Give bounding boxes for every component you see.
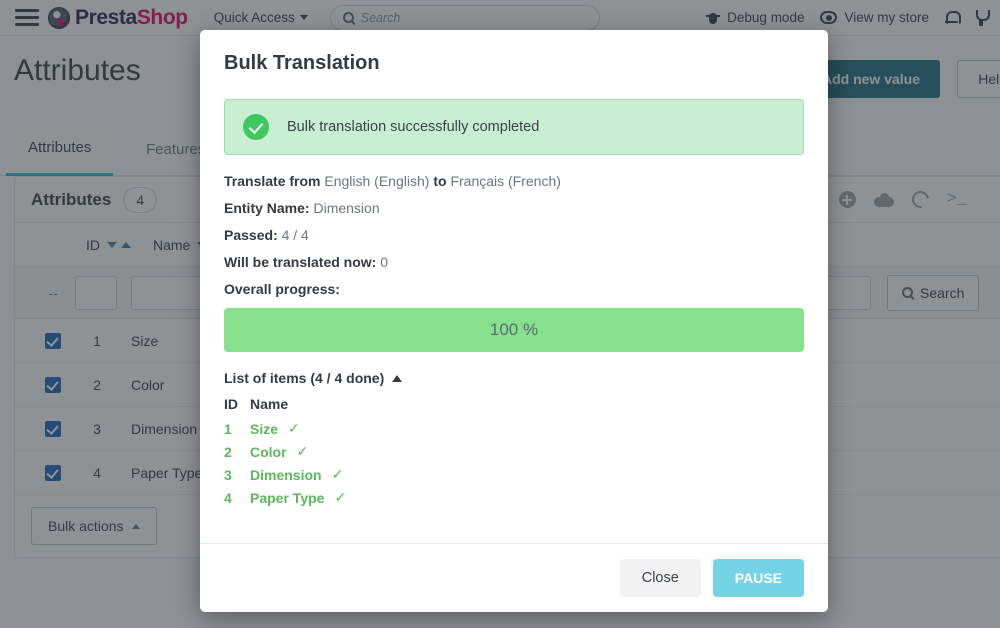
list-item: 2 Color ✓ [224, 440, 804, 463]
progress-percent-label: 100 % [489, 320, 539, 339]
item-name: Paper Type [250, 489, 325, 506]
item-status-check-icon: ✓ [288, 420, 300, 436]
close-button[interactable]: Close [619, 559, 701, 597]
bulk-translation-modal: Bulk Translation Bulk translation succes… [200, 30, 828, 612]
list-of-items-label: List of items (4 / 4 done) [224, 370, 385, 386]
passed-line: Passed: 4 / 4 [224, 227, 804, 243]
overall-progress-label: Overall progress: [224, 281, 340, 297]
target-language-value: Français (French) [450, 173, 561, 189]
list-item: 1 Size ✓ [224, 417, 804, 440]
item-id: 4 [224, 489, 232, 506]
passed-label: Passed: [224, 227, 278, 243]
item-status-check-icon: ✓ [331, 466, 344, 482]
items-column-name: Name [250, 396, 289, 412]
modal-footer: Close PAUSE [200, 543, 828, 612]
entity-name-line: Entity Name: Dimension [224, 200, 804, 216]
item-status-check-icon: ✓ [296, 443, 309, 459]
overall-progress-line: Overall progress: [224, 281, 804, 297]
items-column-id: ID [224, 396, 238, 412]
will-be-translated-value: 0 [380, 254, 389, 270]
item-name: Color [250, 443, 287, 460]
list-of-items-toggle[interactable]: List of items (4 / 4 done) [224, 370, 804, 386]
modal-header: Bulk Translation [200, 30, 828, 81]
passed-value: 4 / 4 [281, 227, 309, 243]
entity-name-label: Entity Name: [224, 200, 310, 216]
pause-button[interactable]: PAUSE [712, 559, 804, 597]
chevron-up-icon [392, 374, 403, 382]
translate-from-label: Translate from [224, 173, 321, 189]
source-language-value: English (English) [324, 173, 430, 189]
list-item: 4 Paper Type ✓ [224, 486, 804, 509]
to-label: to [433, 173, 447, 189]
item-name: Dimension [250, 466, 322, 483]
will-be-translated-line: Will be translated now: 0 [224, 254, 804, 270]
will-be-translated-label: Will be translated now: [224, 254, 377, 270]
list-item: 3 Dimension ✓ [224, 463, 804, 486]
item-id: 3 [224, 466, 232, 483]
modal-body: Bulk translation successfully completed … [200, 81, 828, 543]
item-name: Size [250, 420, 279, 437]
success-alert: Bulk translation successfully completed [224, 99, 804, 155]
check-circle-icon [243, 114, 269, 140]
progress-bar-fill: 100 % [224, 308, 804, 352]
items-table: ID Name 1 Size ✓ 2 Color ✓ 3 Dimension ✓ [224, 396, 804, 509]
translation-details: Translate from English (English) to Fran… [224, 173, 804, 297]
item-status-check-icon: ✓ [334, 489, 347, 505]
translate-from-line: Translate from English (English) to Fran… [224, 173, 804, 189]
success-alert-text: Bulk translation successfully completed [287, 119, 540, 135]
modal-title: Bulk Translation [224, 52, 380, 74]
item-id: 1 [224, 420, 232, 437]
entity-name-value: Dimension [313, 200, 380, 216]
items-table-header: ID Name [224, 396, 804, 417]
overall-progress-bar: 100 % [224, 308, 804, 352]
screen: PrestaShop Quick Access Search Debug mod… [0, 0, 1000, 628]
item-id: 2 [224, 443, 232, 460]
